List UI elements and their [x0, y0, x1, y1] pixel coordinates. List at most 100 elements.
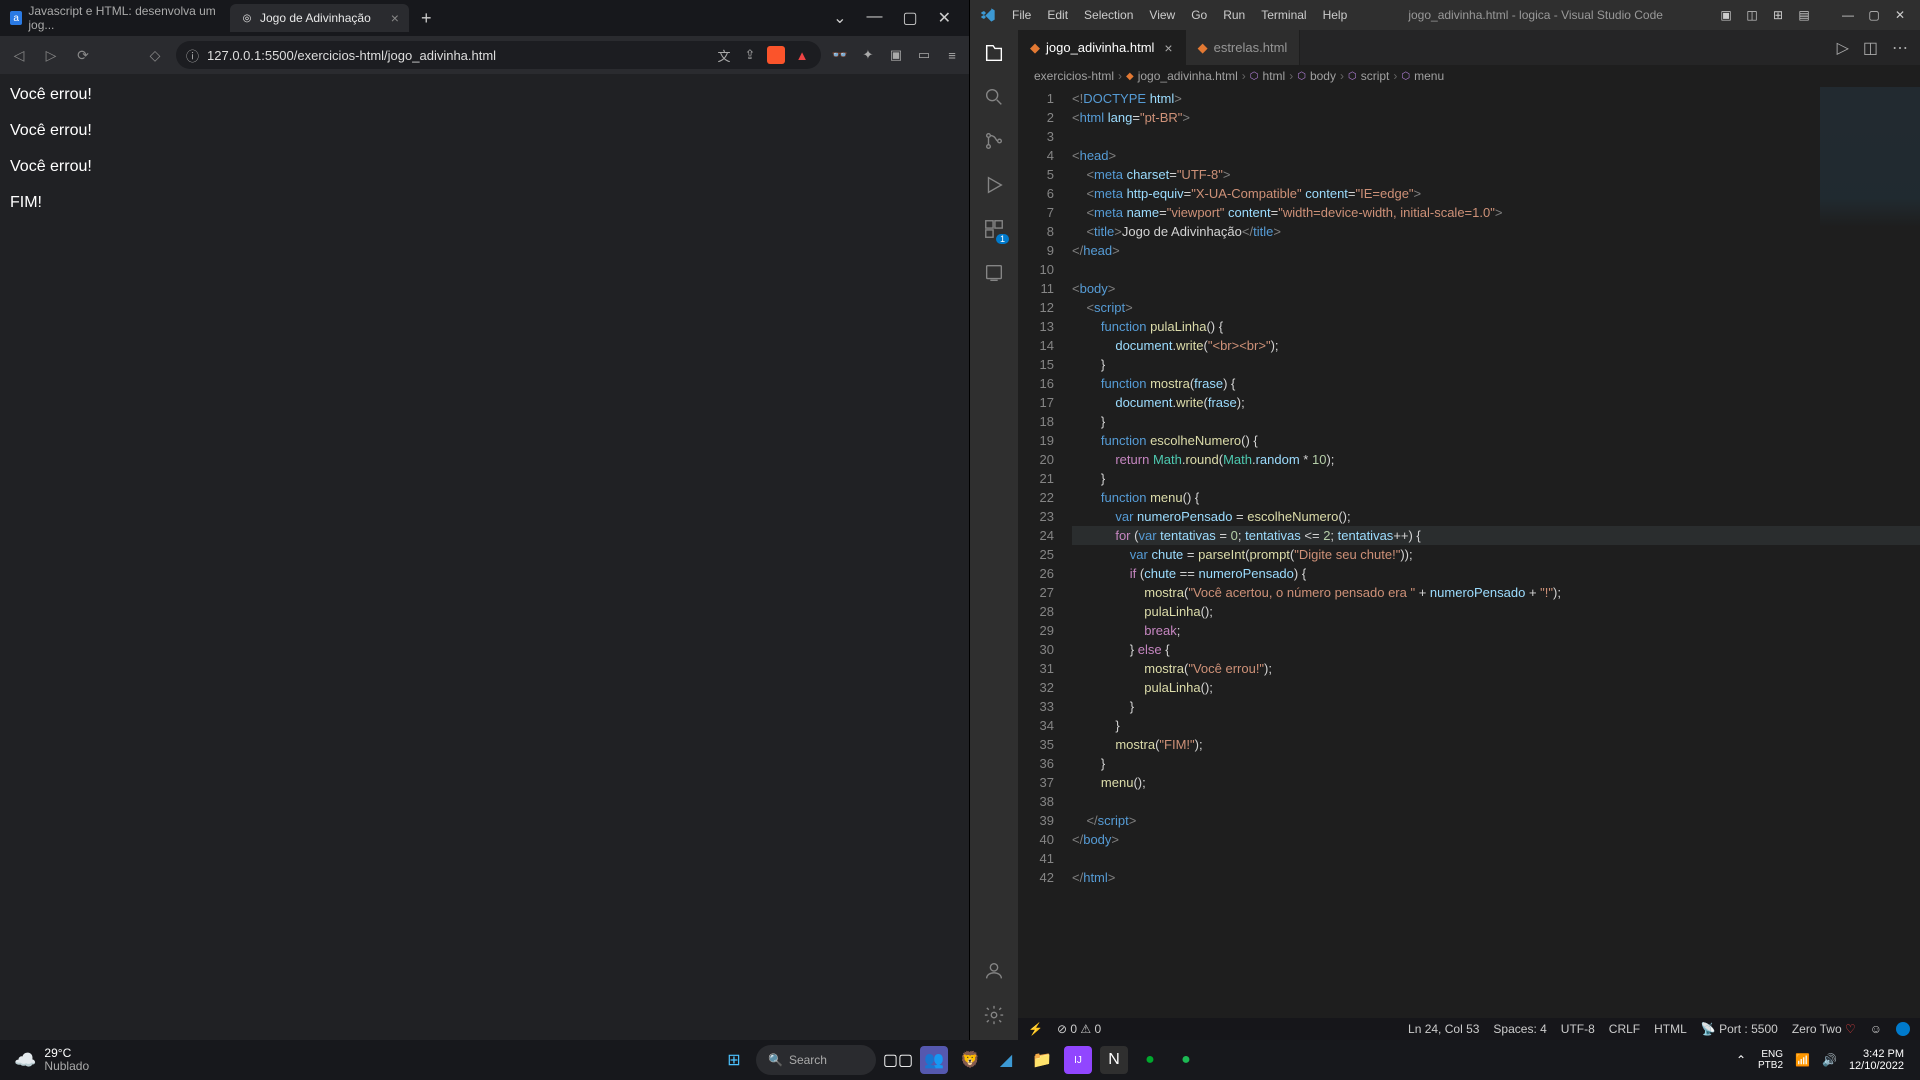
maximize-icon[interactable]: ▢ — [902, 8, 917, 28]
explorer-icon[interactable] — [981, 40, 1007, 66]
menu-selection[interactable]: Selection — [1076, 8, 1141, 22]
brave-shield-icon[interactable] — [767, 46, 785, 64]
evernote-icon[interactable]: ● — [1136, 1046, 1164, 1074]
extensions-icon[interactable]: 1 — [981, 216, 1007, 242]
breadcrumbs[interactable]: exercicios-html› ◆jogo_adivinha.html› ⬡h… — [1018, 65, 1920, 87]
start-button[interactable]: ⊞ — [720, 1046, 748, 1074]
wallet-icon[interactable]: ▭ — [915, 47, 933, 63]
menu-file[interactable]: File — [1004, 8, 1039, 22]
brave-rewards-icon[interactable]: ▲ — [793, 48, 811, 63]
info-icon[interactable]: ⓘ — [186, 46, 199, 65]
close-icon[interactable]: ✕ — [938, 8, 951, 28]
url-bar[interactable]: ⓘ 127.0.0.1:5500/exercicios-html/jogo_ad… — [176, 41, 821, 69]
remote-icon[interactable] — [981, 260, 1007, 286]
menu-run[interactable]: Run — [1215, 8, 1253, 22]
brave-icon[interactable]: 🦁 — [956, 1046, 984, 1074]
breadcrumb-item[interactable]: exercicios-html — [1034, 69, 1114, 83]
new-tab-button[interactable]: + — [409, 8, 444, 29]
editor-tab[interactable]: ◆ estrelas.html — [1186, 30, 1301, 65]
layout-icon[interactable]: ◫ — [1742, 8, 1762, 22]
share-icon[interactable]: ⇪ — [741, 47, 759, 63]
close-icon[interactable]: × — [1164, 40, 1172, 56]
status-cursor[interactable]: Ln 24, Col 53 — [1408, 1022, 1479, 1036]
menu-go[interactable]: Go — [1183, 8, 1215, 22]
layout-icon[interactable]: ⊞ — [1768, 8, 1788, 22]
breadcrumb-item[interactable]: menu — [1414, 69, 1444, 83]
breadcrumb-item[interactable]: html — [1263, 69, 1286, 83]
browser-tab-inactive[interactable]: a Javascript e HTML: desenvolva um jog..… — [0, 4, 230, 32]
vscode-layout-controls: ▣ ◫ ⊞ ▤ — ▢ ✕ — [1716, 8, 1910, 22]
tray-chevron-icon[interactable]: ⌃ — [1736, 1053, 1746, 1067]
weather-widget[interactable]: ☁️ 29°C Nublado — [0, 1047, 89, 1073]
breadcrumb-item[interactable]: body — [1310, 69, 1336, 83]
language-indicator[interactable]: ENG PTB2 — [1758, 1049, 1783, 1071]
more-icon[interactable]: ⋯ — [1892, 38, 1908, 58]
notion-icon[interactable]: N — [1100, 1046, 1128, 1074]
menu-icon[interactable]: ≡ — [943, 48, 961, 63]
problems-indicator[interactable]: ⊘ 0 ⚠ 0 — [1057, 1022, 1101, 1036]
teams-icon[interactable]: 👥 — [920, 1046, 948, 1074]
accounts-icon[interactable] — [981, 958, 1007, 984]
taskbar-search[interactable]: 🔍 Search — [756, 1045, 876, 1075]
tab-title: Javascript e HTML: desenvolva um jog... — [28, 4, 220, 32]
editor-content[interactable]: 1234567891011121314151617181920212223242… — [1018, 87, 1920, 1018]
reload-button[interactable]: ⟳ — [72, 44, 94, 66]
menu-help[interactable]: Help — [1315, 8, 1356, 22]
bookmark-icon[interactable]: ◇ — [144, 44, 166, 66]
menu-view[interactable]: View — [1141, 8, 1183, 22]
menu-edit[interactable]: Edit — [1039, 8, 1076, 22]
extension-icon[interactable]: 👓 — [831, 47, 849, 63]
split-icon[interactable]: ◫ — [1863, 38, 1878, 58]
status-eol[interactable]: CRLF — [1609, 1022, 1640, 1036]
code-text[interactable]: <!DOCTYPE html><html lang="pt-BR"> <head… — [1072, 87, 1920, 1018]
intellij-icon[interactable]: IJ — [1064, 1046, 1092, 1074]
status-encoding[interactable]: UTF-8 — [1561, 1022, 1595, 1036]
status-theme[interactable]: Zero Two ♡ — [1792, 1022, 1856, 1036]
extensions-icon[interactable]: ✦ — [859, 47, 877, 63]
maximize-icon[interactable]: ▢ — [1864, 8, 1884, 22]
layout-icon[interactable]: ▣ — [1716, 8, 1736, 22]
minimap[interactable] — [1820, 87, 1920, 227]
element-icon: ⬡ — [1348, 71, 1357, 82]
run-icon[interactable]: ▷ — [1837, 38, 1849, 58]
explorer-icon[interactable]: 📁 — [1028, 1046, 1056, 1074]
task-view-icon[interactable]: ▢▢ — [884, 1046, 912, 1074]
feedback-icon[interactable]: ☺ — [1870, 1022, 1882, 1036]
volume-icon[interactable]: 🔊 — [1822, 1053, 1837, 1067]
element-icon: ⬡ — [1250, 71, 1259, 82]
spotify-icon[interactable]: ● — [1172, 1046, 1200, 1074]
back-button[interactable]: ◁ — [8, 44, 30, 66]
wifi-icon[interactable]: 📶 — [1795, 1053, 1810, 1067]
chevron-down-icon[interactable]: ⌄ — [833, 8, 846, 28]
notifications-icon[interactable] — [1896, 1022, 1910, 1036]
page-text: Você errou! — [10, 158, 959, 176]
vscode-icon[interactable]: ◢ — [992, 1046, 1020, 1074]
browser-toolbar: ◁ ▷ ⟳ ◇ ⓘ 127.0.0.1:5500/exercicios-html… — [0, 36, 969, 74]
remote-indicator[interactable]: ⚡ — [1028, 1022, 1043, 1036]
html-file-icon: ◆ — [1126, 71, 1134, 82]
settings-gear-icon[interactable] — [981, 1002, 1007, 1028]
breadcrumb-item[interactable]: jogo_adivinha.html — [1138, 69, 1238, 83]
run-debug-icon[interactable] — [981, 172, 1007, 198]
search-icon: 🔍 — [768, 1053, 783, 1067]
minimize-icon[interactable]: — — [866, 8, 882, 28]
menu-terminal[interactable]: Terminal — [1253, 8, 1314, 22]
search-icon[interactable] — [981, 84, 1007, 110]
alura-favicon: a — [10, 11, 22, 25]
minimize-icon[interactable]: — — [1838, 8, 1858, 22]
editor-tab-active[interactable]: ◆ jogo_adivinha.html × — [1018, 30, 1186, 65]
breadcrumb-item[interactable]: script — [1361, 69, 1390, 83]
sidebar-icon[interactable]: ▣ — [887, 47, 905, 63]
layout-icon[interactable]: ▤ — [1794, 8, 1814, 22]
status-bar: ⚡ ⊘ 0 ⚠ 0 Ln 24, Col 53 Spaces: 4 UTF-8 … — [1018, 1018, 1920, 1040]
close-icon[interactable]: × — [391, 10, 399, 26]
clock[interactable]: 3:42 PM 12/10/2022 — [1849, 1048, 1904, 1072]
browser-tab-active[interactable]: ◎ Jogo de Adivinhação × — [230, 4, 409, 32]
status-liveserver[interactable]: 📡 Port : 5500 — [1701, 1022, 1778, 1036]
source-control-icon[interactable] — [981, 128, 1007, 154]
close-icon[interactable]: ✕ — [1890, 8, 1910, 22]
forward-button[interactable]: ▷ — [40, 44, 62, 66]
status-lang[interactable]: HTML — [1654, 1022, 1687, 1036]
status-spaces[interactable]: Spaces: 4 — [1493, 1022, 1546, 1036]
translate-icon[interactable]: 文 — [715, 46, 733, 65]
